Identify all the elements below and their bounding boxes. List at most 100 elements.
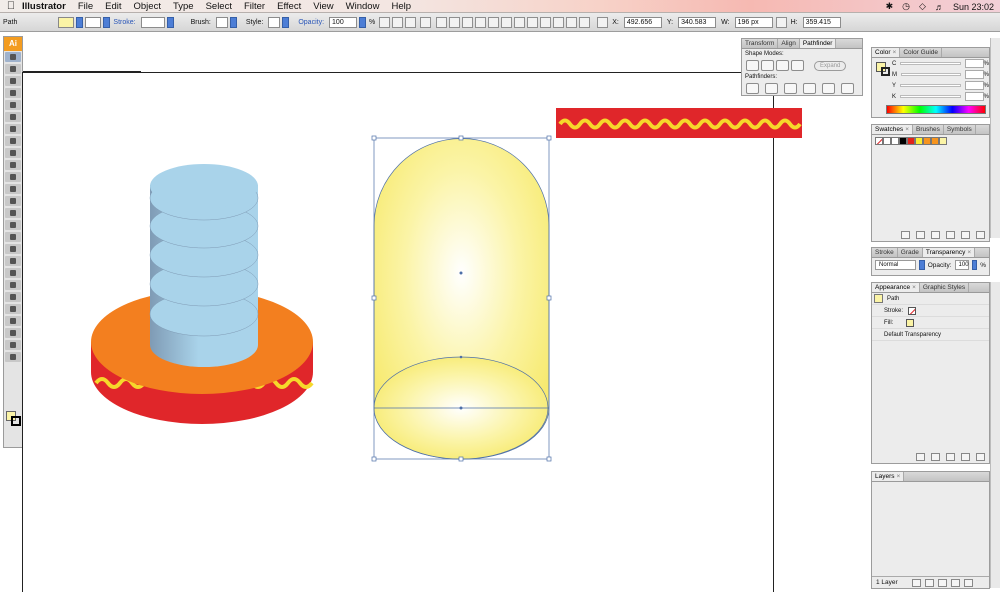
swatch-libraries-icon[interactable] — [901, 231, 910, 239]
opacity-label[interactable]: Opacity: — [298, 19, 324, 26]
c-field[interactable] — [965, 59, 984, 68]
free-transform-tool-icon[interactable] — [5, 208, 21, 218]
trim-button[interactable] — [765, 82, 778, 94]
menu-type[interactable]: Type — [173, 1, 194, 12]
stroke-color-box[interactable] — [11, 416, 21, 426]
tab-stroke[interactable]: Stroke — [872, 248, 898, 257]
lasso-tool-icon[interactable] — [5, 88, 21, 98]
menu-view[interactable]: View — [313, 1, 333, 12]
scale-tool-icon[interactable] — [5, 184, 21, 194]
stroke-dropdown[interactable] — [103, 16, 111, 28]
minus-front-button[interactable] — [761, 60, 774, 71]
color-spectrum[interactable] — [886, 105, 986, 114]
swatch-black[interactable] — [899, 137, 907, 145]
tab-brushes[interactable]: Brushes — [913, 125, 944, 134]
opacity-dropdown[interactable] — [359, 16, 367, 28]
gradient-tool-icon[interactable] — [5, 256, 21, 266]
swatch-registration[interactable] — [883, 137, 891, 145]
swatch-orange[interactable] — [923, 137, 931, 145]
align-right-button[interactable] — [462, 16, 474, 28]
crop-button[interactable] — [803, 82, 816, 94]
tab-pathfinder[interactable]: Pathfinder — [799, 39, 837, 48]
menu-object[interactable]: Object — [134, 1, 161, 12]
new-swatch-icon[interactable] — [961, 231, 970, 239]
ellipse-tool-icon[interactable] — [5, 136, 21, 146]
tab-transparency[interactable]: Transparency × — [922, 248, 976, 257]
align-top-button[interactable] — [475, 16, 487, 28]
fill-swatch[interactable] — [58, 16, 75, 28]
expand-button[interactable]: Expand — [814, 60, 847, 71]
new-layer-icon[interactable] — [950, 578, 960, 587]
add-new-fill-icon[interactable] — [931, 453, 940, 461]
rotate-tool-icon[interactable] — [5, 172, 21, 182]
magic-wand-tool-icon[interactable] — [5, 76, 21, 86]
y-field[interactable]: 340.583 — [678, 16, 717, 28]
swatch-options-icon[interactable] — [931, 231, 940, 239]
outline-button[interactable] — [822, 82, 835, 94]
duplicate-item-icon[interactable] — [961, 453, 970, 461]
exclude-button[interactable] — [791, 60, 804, 71]
warp-tool-icon[interactable] — [5, 196, 21, 206]
wave-band[interactable] — [556, 108, 802, 138]
swatch-orange-2[interactable] — [931, 137, 939, 145]
add-new-stroke-icon[interactable] — [916, 453, 925, 461]
appearance-transparency-row[interactable]: Default Transparency — [872, 329, 989, 341]
blend-mode-dropdown[interactable] — [919, 260, 925, 270]
menu-edit[interactable]: Edit — [105, 1, 121, 12]
y-field[interactable] — [965, 81, 984, 90]
brush-field[interactable] — [215, 16, 228, 28]
zoom-tool-icon[interactable] — [5, 352, 21, 362]
delete-item-icon[interactable] — [976, 453, 985, 461]
graph-tool-icon[interactable] — [5, 232, 21, 242]
menu-effect[interactable]: Effect — [277, 1, 301, 12]
appearance-object-row[interactable]: Path — [872, 293, 989, 305]
hand-tool-icon[interactable] — [5, 340, 21, 350]
divide-button[interactable] — [746, 82, 759, 94]
delete-swatch-icon[interactable] — [976, 231, 985, 239]
new-sublayer-icon[interactable] — [937, 578, 947, 587]
align-center-button[interactable] — [449, 16, 461, 28]
apple-icon[interactable]:  — [0, 0, 22, 12]
stroke-swatch[interactable] — [85, 16, 102, 28]
stroke-label[interactable]: Stroke: — [113, 19, 135, 26]
h-field[interactable]: 359.415 — [802, 16, 841, 28]
appearance-fill-row[interactable]: Fill: — [872, 317, 989, 329]
distribute-right-button[interactable] — [579, 16, 591, 28]
reference-point-button[interactable] — [420, 16, 432, 28]
c-slider[interactable] — [900, 62, 962, 65]
direct-selection-tool-icon[interactable] — [5, 64, 21, 74]
appearance-stroke-swatch[interactable] — [908, 306, 917, 315]
delete-layer-icon[interactable] — [963, 578, 973, 587]
transparency-opacity-field[interactable]: 100 — [954, 260, 969, 270]
brush-dropdown[interactable] — [229, 16, 237, 28]
style-field[interactable] — [268, 16, 281, 28]
menu-file[interactable]: File — [78, 1, 93, 12]
tab-layers[interactable]: Layers × — [872, 472, 905, 481]
artwork[interactable] — [23, 33, 868, 592]
swatch-none[interactable] — [875, 137, 883, 145]
dock-scrollbar-bottom[interactable] — [990, 282, 1000, 588]
menu-select[interactable]: Select — [206, 1, 232, 12]
stroke-weight-field[interactable] — [140, 16, 165, 28]
style-dropdown[interactable] — [282, 16, 290, 28]
symbol-sprayer-tool-icon[interactable] — [5, 220, 21, 230]
bluetooth-icon[interactable]: ✱ — [886, 1, 894, 12]
capsule-shape[interactable] — [373, 138, 550, 460]
align-left-button[interactable] — [436, 16, 448, 28]
distribute-center-button[interactable] — [566, 16, 578, 28]
wifi-icon[interactable]: ◇ — [919, 1, 926, 12]
show-kinds-icon[interactable] — [916, 231, 925, 239]
menu-help[interactable]: Help — [391, 1, 411, 12]
swatch-white[interactable] — [891, 137, 899, 145]
locate-object-icon[interactable] — [911, 578, 921, 587]
menu-filter[interactable]: Filter — [244, 1, 265, 12]
align-bottom-button[interactable] — [501, 16, 513, 28]
recolor-button[interactable] — [405, 16, 417, 28]
unite-button[interactable] — [746, 60, 759, 71]
tab-symbols[interactable]: Symbols — [944, 125, 976, 134]
swatch-red[interactable] — [907, 137, 915, 145]
tab-align[interactable]: Align — [778, 39, 800, 48]
align-middle-button[interactable] — [488, 16, 500, 28]
tab-color-guide[interactable]: Color Guide — [900, 48, 943, 57]
selection-tool-icon[interactable] — [5, 52, 21, 62]
